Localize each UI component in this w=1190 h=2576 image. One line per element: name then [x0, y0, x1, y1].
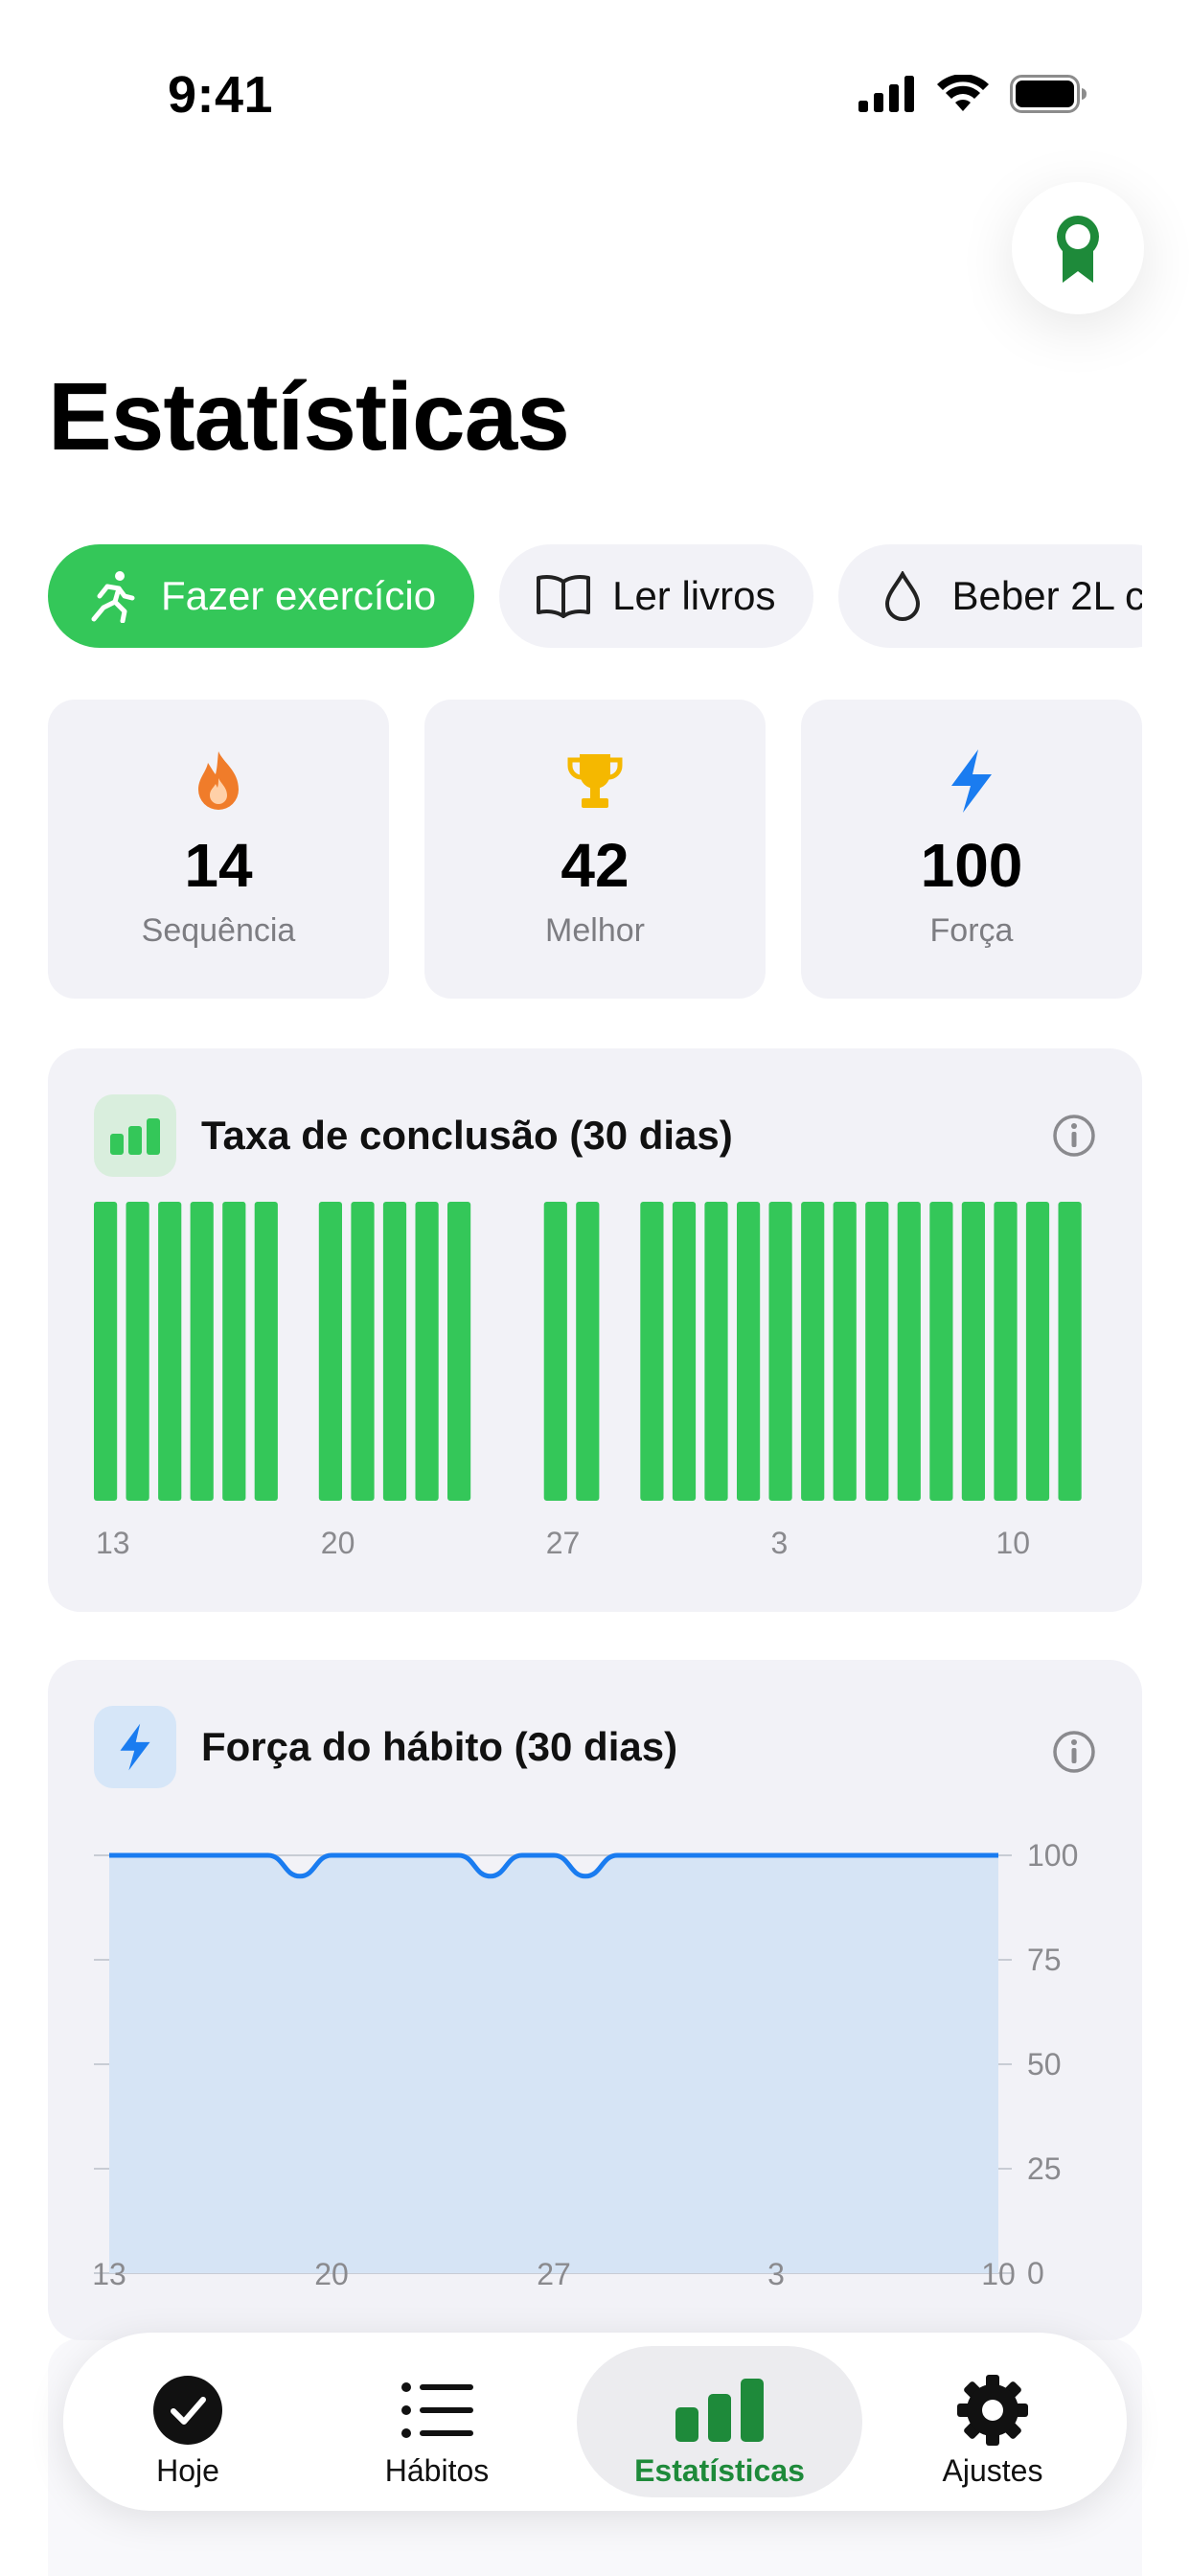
x-tick-label: 27 [546, 1526, 581, 1560]
x-tick-label: 3 [771, 1526, 789, 1560]
completion-bar [126, 1202, 149, 1501]
page-title: Estatísticas [48, 363, 570, 471]
x-tick-label: 13 [96, 1526, 130, 1560]
bar-chart-icon [675, 2375, 764, 2446]
completion-bar [994, 1202, 1018, 1501]
completion-bar [543, 1202, 567, 1501]
completion-bar [158, 1202, 182, 1501]
completion-bar [672, 1202, 697, 1501]
habit-chip-label: Ler livros [612, 573, 776, 618]
completion-bar [961, 1202, 985, 1501]
tab-statistics[interactable]: Estatísticas [577, 2346, 862, 2497]
achievements-button[interactable] [1012, 182, 1144, 314]
best-stat-card: 42 Melhor [424, 700, 766, 999]
completion-bar [382, 1202, 407, 1501]
completion-bar [190, 1202, 214, 1501]
completion-bar [1058, 1202, 1082, 1501]
completion-bar [737, 1202, 761, 1501]
x-tick-label: 10 [981, 2257, 1016, 2291]
completion-bar [929, 1202, 953, 1501]
open-book-icon [536, 568, 591, 624]
tab-today[interactable]: Hoje [82, 2346, 293, 2497]
completion-bar [318, 1202, 342, 1501]
strength-label: Força [929, 912, 1014, 949]
completion-bar [897, 1202, 921, 1501]
status-icons [858, 75, 1088, 113]
completion-bar [704, 1202, 728, 1501]
streak-label: Sequência [141, 912, 296, 949]
gear-icon [956, 2375, 1029, 2446]
completion-bar [576, 1202, 600, 1501]
strength-area-chart: 100 75 50 25 0 13 20 27 3 10 [94, 1838, 1078, 2291]
running-person-icon [84, 568, 140, 624]
list-icon [400, 2375, 473, 2446]
flame-icon [195, 748, 242, 815]
x-tick-label: 10 [995, 1526, 1030, 1560]
battery-icon [1010, 75, 1087, 113]
habit-chip-label: Beber 2L c [951, 573, 1142, 618]
completion-bar [640, 1202, 664, 1501]
y-tick-label: 50 [1027, 2047, 1062, 2082]
y-tick-label: 75 [1027, 1943, 1062, 1977]
status-time: 9:41 [168, 66, 274, 124]
x-tick-label: 20 [314, 2257, 349, 2291]
completion-bar [351, 1202, 375, 1501]
streak-stat-card: 14 Sequência [48, 700, 389, 999]
bolt-icon [950, 748, 994, 815]
x-tick-label: 27 [537, 2257, 571, 2291]
completion-bar [801, 1202, 825, 1501]
tab-settings[interactable]: Ajustes [887, 2346, 1098, 2497]
completion-bar [222, 1202, 246, 1501]
wifi-icon [937, 75, 989, 111]
habit-chip-reading[interactable]: Ler livros [499, 544, 814, 648]
trophy-icon [564, 748, 626, 815]
habit-chip-exercise[interactable]: Fazer exercício [48, 544, 475, 648]
completion-bar [1025, 1202, 1050, 1501]
completion-bar [94, 1202, 118, 1501]
completion-bar [415, 1202, 439, 1501]
completion-card-header: Taxa de conclusão (30 dias) [94, 1094, 733, 1177]
strength-stat-card: 100 Força [801, 700, 1142, 999]
strength-value: 100 [920, 831, 1023, 900]
completion-chart-card: Taxa de conclusão (30 dias) 13 20 27 3 10 [48, 1048, 1142, 1612]
tab-label: Ajustes [942, 2453, 1043, 2488]
cellular-signal-icon [858, 76, 914, 112]
info-icon[interactable] [1052, 1114, 1096, 1158]
award-ribbon-icon [1057, 216, 1099, 283]
bar-chart-icon [94, 1094, 176, 1177]
x-tick-label: 3 [767, 2257, 785, 2291]
x-tick-label: 20 [321, 1526, 355, 1560]
habit-selector: Fazer exercício Ler livros Beber 2L c [48, 544, 1142, 648]
completion-bar [768, 1202, 792, 1501]
completion-chart-title: Taxa de conclusão (30 dias) [201, 1113, 733, 1158]
x-tick-label: 13 [94, 2257, 126, 2291]
y-tick-label: 0 [1027, 2256, 1044, 2290]
y-tick-label: 100 [1027, 1838, 1078, 1873]
tab-habits[interactable]: Hábitos [322, 2346, 552, 2497]
best-label: Melhor [545, 912, 645, 949]
checkmark-circle-icon [152, 2375, 223, 2446]
tab-label: Hoje [156, 2453, 219, 2488]
water-drop-icon [875, 568, 930, 624]
tab-label: Hábitos [384, 2453, 490, 2488]
best-value: 42 [561, 831, 629, 900]
strength-area-fill [109, 1855, 998, 2273]
completion-bar [447, 1202, 471, 1501]
completion-bar-chart: 13 20 27 3 10 [94, 1202, 1082, 1560]
completion-bar [254, 1202, 278, 1501]
tab-bar: Hoje Hábitos Estatísticas Ajustes [63, 2333, 1127, 2511]
y-tick-label: 25 [1027, 2151, 1062, 2186]
completion-bar [833, 1202, 857, 1501]
strength-chart-card: Força do hábito (30 dias) 100 75 50 25 0 13 20… [48, 1660, 1142, 2340]
completion-bar [865, 1202, 889, 1501]
streak-value: 14 [184, 831, 253, 900]
status-bar: 9:41 [0, 0, 1190, 192]
habit-chip-label: Fazer exercício [161, 573, 437, 618]
tab-label: Estatísticas [634, 2453, 805, 2488]
habit-chip-water[interactable]: Beber 2L c [838, 544, 1142, 648]
